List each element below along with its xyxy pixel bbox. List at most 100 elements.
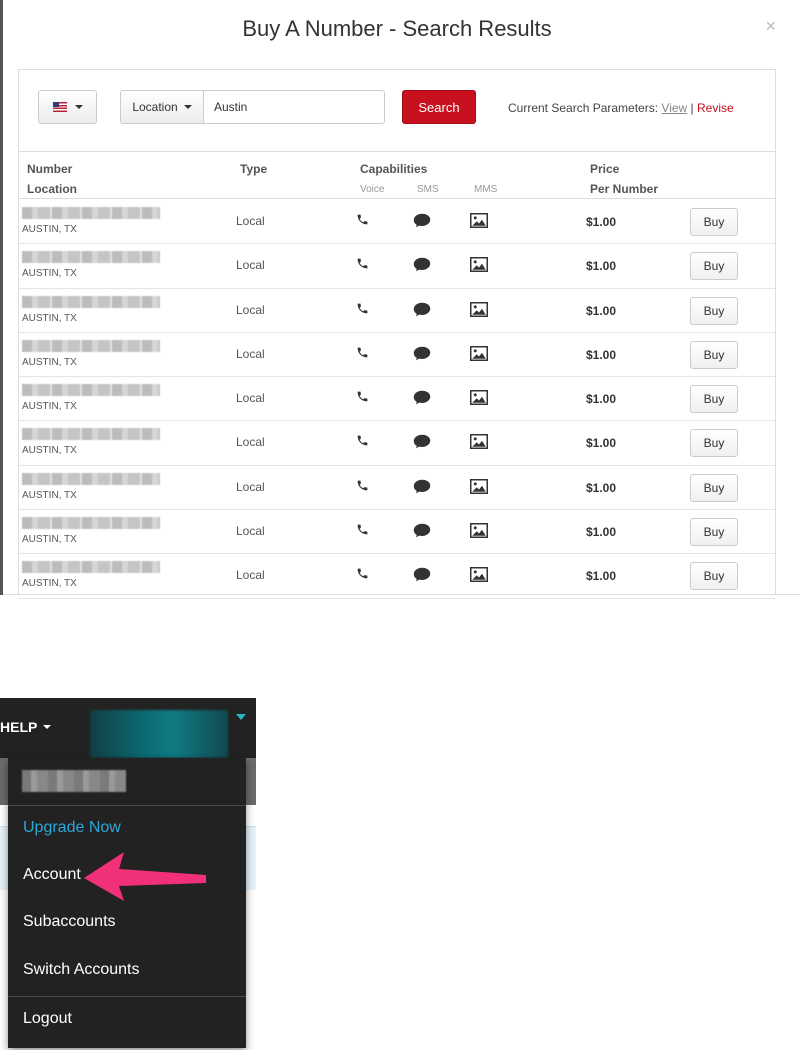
row-price: $1.00 [586, 259, 617, 274]
buy-button[interactable]: Buy [690, 473, 738, 502]
row-type: Local [236, 479, 265, 494]
image-icon [470, 301, 488, 322]
speech-bubble-icon [413, 567, 431, 587]
phone-icon [356, 567, 369, 585]
row-price: $1.00 [586, 347, 617, 362]
phone-icon [356, 523, 369, 541]
header-type: Type [240, 162, 268, 176]
row-type: Local [236, 258, 265, 273]
table-row: AUSTIN, TX Local $1.00 Buy [19, 377, 775, 422]
buy-button[interactable]: Buy [690, 296, 738, 325]
image-icon [470, 478, 488, 499]
row-location: AUSTIN, TX [22, 534, 77, 546]
menu-divider [8, 805, 246, 806]
image-icon [470, 213, 488, 233]
phone-icon [356, 346, 369, 364]
row-type: Local [236, 568, 265, 583]
phone-number-redacted [22, 251, 160, 264]
account-name-redacted[interactable] [90, 710, 228, 758]
row-price: $1.00 [586, 215, 617, 229]
chevron-down-icon [43, 725, 52, 729]
row-price: $1.00 [586, 525, 617, 540]
account-chevron-down-icon[interactable] [236, 714, 246, 720]
revise-link[interactable]: Revise [697, 101, 734, 115]
menu-item-account[interactable]: Account [23, 866, 81, 884]
phone-number-redacted [22, 207, 160, 219]
phone-number-redacted [22, 384, 160, 397]
table-row: AUSTIN, TX Local $1.00 Buy [19, 244, 775, 289]
speech-bubble-icon [413, 257, 431, 277]
table-row: AUSTIN, TX Local $1.00 Buy [19, 289, 775, 333]
help-label: HELP [0, 719, 38, 735]
phone-icon [356, 213, 369, 231]
phone-number-redacted [22, 561, 160, 574]
menu-item-upgrade-now[interactable]: Upgrade Now [23, 819, 121, 837]
buy-button[interactable]: Buy [690, 518, 738, 547]
speech-bubble-icon [413, 523, 431, 543]
phone-icon [356, 257, 369, 275]
view-link[interactable]: View [661, 101, 687, 115]
phone-number-redacted [22, 295, 160, 308]
search-input[interactable] [203, 90, 385, 124]
buy-number-modal: Buy A Number - Search Results × Location… [0, 0, 800, 599]
menu-item-logout[interactable]: Logout [23, 1010, 72, 1028]
phone-number-redacted [22, 472, 160, 485]
row-location: AUSTIN, TX [22, 489, 77, 501]
image-icon [470, 523, 488, 543]
header-location: Location [27, 182, 77, 196]
buy-button[interactable]: Buy [690, 385, 738, 414]
buy-button[interactable]: Buy [690, 429, 738, 458]
menu-item-subaccounts[interactable]: Subaccounts [23, 913, 116, 931]
row-type: Local [236, 435, 265, 450]
search-button[interactable]: Search [402, 90, 476, 124]
menu-divider [8, 996, 246, 997]
help-menu[interactable]: HELP [0, 719, 52, 735]
phone-number-redacted [22, 517, 160, 530]
table-row: AUSTIN, TX Local $1.00 Buy [19, 200, 775, 245]
params-separator: | [690, 101, 694, 115]
image-icon [470, 345, 488, 366]
image-icon [470, 567, 488, 587]
phone-number-redacted [22, 339, 160, 352]
row-type: Local [236, 302, 265, 317]
row-price: $1.00 [586, 303, 617, 318]
table-row: AUSTIN, TX Local $1.00 Buy [19, 510, 775, 555]
row-location: AUSTIN, TX [22, 268, 77, 280]
phone-icon [356, 302, 369, 320]
row-location: AUSTIN, TX [22, 401, 77, 413]
table-row: AUSTIN, TX Local $1.00 Buy [19, 466, 775, 511]
buy-button[interactable]: Buy [690, 562, 738, 591]
window-edge [0, 0, 3, 595]
table-row: AUSTIN, TX Local $1.00 Buy [19, 554, 775, 599]
phone-icon [356, 479, 369, 497]
chevron-down-icon [183, 105, 192, 109]
row-price: $1.00 [586, 569, 617, 584]
us-flag-icon [52, 102, 67, 112]
table-row: AUSTIN, TX Local $1.00 Buy [19, 333, 775, 378]
country-select[interactable] [38, 90, 97, 124]
image-icon [470, 390, 488, 410]
buy-button[interactable]: Buy [690, 252, 738, 281]
menu-item-switch-accounts[interactable]: Switch Accounts [23, 961, 140, 979]
account-dropdown: Upgrade Now Account Subaccounts Switch A… [8, 758, 246, 1048]
header-mms: MMS [474, 184, 498, 195]
phone-icon [356, 434, 369, 452]
modal-title: Buy A Number - Search Results [242, 16, 552, 41]
buy-button[interactable]: Buy [690, 340, 738, 369]
screenshot-canvas: Buy A Number - Search Results × Location… [0, 0, 800, 1050]
row-location: AUSTIN, TX [22, 356, 77, 368]
speech-bubble-icon [413, 434, 431, 454]
params-label: Current Search Parameters: [508, 101, 659, 115]
row-location: AUSTIN, TX [22, 578, 77, 590]
row-type: Local [236, 391, 265, 406]
header-voice: Voice [360, 184, 385, 195]
row-location: AUSTIN, TX [22, 445, 77, 457]
close-icon[interactable]: × [765, 16, 776, 37]
search-type-select[interactable]: Location [120, 90, 204, 124]
buy-button[interactable]: Buy [690, 208, 738, 236]
chevron-down-icon [74, 105, 83, 109]
header-price: Price [590, 162, 620, 176]
results-panel: Location Search Current Search Parameter… [18, 69, 776, 599]
row-type: Local [236, 346, 265, 361]
speech-bubble-icon [413, 479, 431, 499]
